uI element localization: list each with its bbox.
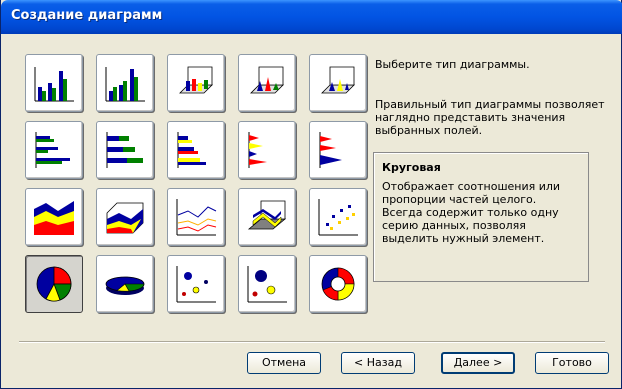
- chart-type-bar-stacked-percent[interactable]: [167, 121, 225, 179]
- chart-type-description: Отображает соотношения или пропорции час…: [382, 180, 561, 245]
- chart-type-column-stacked[interactable]: [96, 54, 154, 112]
- back-button[interactable]: < Назад: [341, 352, 415, 374]
- column-clustered-icon: [34, 67, 74, 102]
- line-icon: [176, 199, 217, 236]
- column-3d-icon: [179, 66, 213, 94]
- bar-clustered-icon: [35, 132, 70, 168]
- doughnut-icon: [321, 267, 355, 301]
- chart-type-line[interactable]: [167, 188, 225, 246]
- area-icon: [34, 201, 74, 235]
- chart-type-scatter[interactable]: [309, 188, 367, 246]
- column-3d-clustered-icon: [250, 66, 284, 94]
- chart-type-cone-bar[interactable]: [309, 121, 367, 179]
- chart-type-bubble[interactable]: [167, 255, 225, 313]
- chart-description-box: Круговая Отображает соотношения или проп…: [373, 152, 589, 282]
- chart-type-area[interactable]: [25, 188, 83, 246]
- chart-type-area-3d[interactable]: [96, 188, 154, 246]
- bar-stacked-icon: [106, 132, 143, 168]
- pyramid-bar-icon: [248, 132, 267, 168]
- cone-bar-icon: [319, 132, 342, 168]
- area-3d-icon: [106, 202, 144, 234]
- bar-stacked-percent-icon: [177, 132, 206, 168]
- chart-type-title: Круговая: [382, 161, 441, 174]
- chart-type-pyramid-bar[interactable]: [238, 121, 296, 179]
- chart-type-pie[interactable]: [25, 255, 83, 313]
- chart-type-column-3d[interactable]: [167, 54, 225, 112]
- pie-3d-icon: [105, 276, 145, 295]
- prompt-text: Выберите тип диаграммы.: [375, 58, 530, 71]
- chart-type-pie-3d[interactable]: [96, 255, 154, 313]
- chart-wizard-dialog: Создание диаграмм Выберите тип диаграммы…: [0, 0, 622, 389]
- cone-3d-icon: [321, 66, 355, 94]
- window-title: Создание диаграмм: [11, 8, 163, 23]
- chart-type-bar-stacked[interactable]: [96, 121, 154, 179]
- finish-button[interactable]: Готово: [535, 352, 609, 374]
- bubble-3d-icon: [247, 266, 287, 303]
- chart-type-column-3d-clustered[interactable]: [238, 54, 296, 112]
- next-button[interactable]: Далее >: [441, 352, 515, 374]
- chart-type-column-clustered[interactable]: [25, 54, 83, 112]
- column-stacked-icon: [105, 67, 145, 102]
- line-3d-icon: [247, 200, 287, 230]
- title-bar: Создание диаграмм: [1, 0, 622, 34]
- separator: [19, 341, 605, 343]
- chart-type-line-3d[interactable]: [238, 188, 296, 246]
- bubble-icon: [176, 266, 216, 303]
- chart-type-grid: [25, 54, 367, 314]
- description-text: Правильный тип диаграммы позволяет нагля…: [375, 98, 605, 137]
- chart-type-bar-clustered[interactable]: [25, 121, 83, 179]
- chart-type-bubble-3d[interactable]: [238, 255, 296, 313]
- cancel-button[interactable]: Отмена: [247, 352, 321, 374]
- chart-type-cone-3d[interactable]: [309, 54, 367, 112]
- chart-type-doughnut[interactable]: [309, 255, 367, 313]
- pie-icon: [36, 266, 72, 302]
- scatter-icon: [318, 199, 358, 236]
